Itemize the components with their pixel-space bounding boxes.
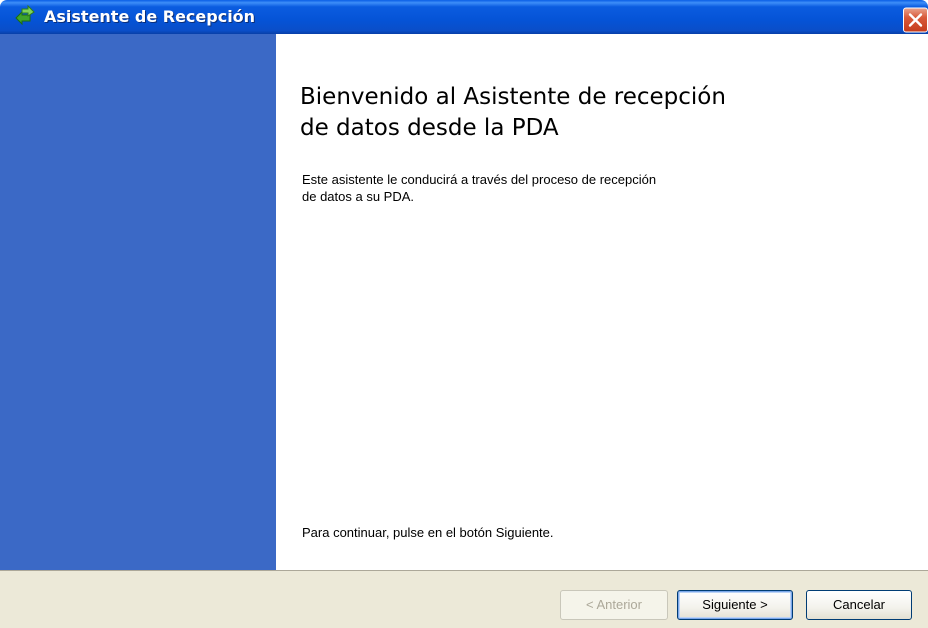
title-bar[interactable]: Asistente de Recepción <box>0 0 928 34</box>
green-sync-arrows-icon <box>13 4 37 28</box>
window-title: Asistente de Recepción <box>44 7 256 26</box>
wizard-footer: < Anterior Siguiente > Cancelar <box>0 570 928 628</box>
close-button[interactable] <box>903 7 928 33</box>
wizard-content: Bienvenido al Asistente de recepción de … <box>276 34 928 570</box>
back-button[interactable]: < Anterior <box>560 590 668 620</box>
description-text: Este asistente le conducirá a través del… <box>302 172 657 204</box>
wizard-window: Asistente de Recepción Bienvenido al Asi… <box>0 0 928 628</box>
close-icon <box>908 13 923 27</box>
cancel-button[interactable]: Cancelar <box>806 590 912 620</box>
page-title: Bienvenido al Asistente de recepción de … <box>300 84 726 141</box>
next-button[interactable]: Siguiente > <box>677 590 793 620</box>
wizard-sidebar-banner <box>0 34 276 570</box>
continue-hint-text: Para continuar, pulse en el botón Siguie… <box>302 525 554 540</box>
